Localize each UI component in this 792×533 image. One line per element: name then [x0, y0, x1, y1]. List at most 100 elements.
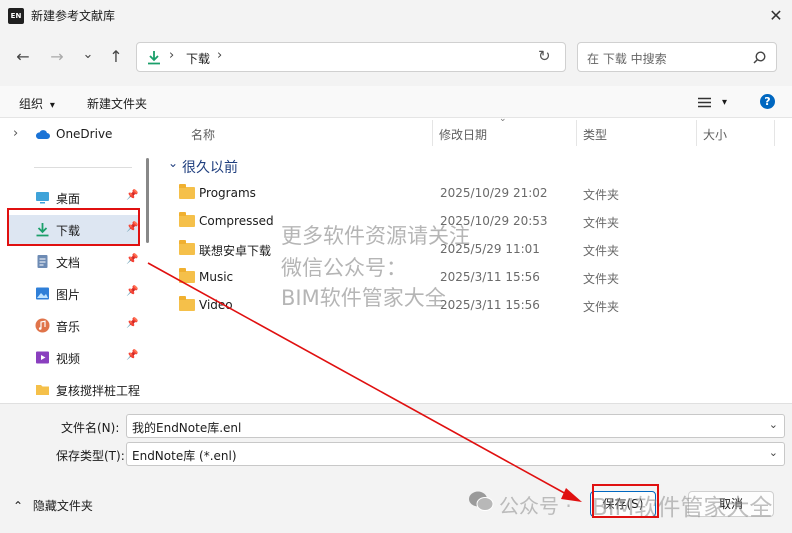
watermark-line-3: BIM软件管家大全 [281, 286, 446, 310]
sidebar-item-documents[interactable]: 文档 📌 [0, 247, 140, 277]
file-name[interactable]: Video [199, 298, 233, 312]
sidebar-item-videos[interactable]: 视频 📌 [0, 343, 140, 373]
folder-icon [179, 240, 195, 255]
folder-icon [179, 296, 195, 311]
sidebar-item-label: 文档 [56, 256, 81, 270]
file-type: 文件夹 [583, 188, 620, 202]
search-input[interactable]: 在 下载 中搜索 [587, 50, 667, 67]
view-chevron-icon[interactable]: ▾ [722, 97, 727, 108]
forward-button[interactable]: → [48, 48, 66, 66]
group-header[interactable]: 很久以前 [182, 157, 238, 177]
filename-field[interactable]: 我的EndNote库.enl ⌄ [126, 414, 785, 438]
pin-icon: 📌 [126, 286, 139, 297]
pin-icon: 📌 [126, 350, 139, 361]
picture-icon [36, 287, 49, 300]
close-button[interactable]: ✕ [766, 6, 786, 26]
annotation-highlight-save [592, 484, 659, 518]
organize-chevron-icon: ▾ [49, 100, 55, 111]
video-icon [36, 351, 49, 364]
sidebar-item-music[interactable]: 音乐 📌 [0, 311, 140, 341]
file-name[interactable]: 联想安卓下载 [199, 242, 271, 259]
list-view-icon [698, 97, 711, 108]
column-header-size[interactable]: 大小 [703, 126, 727, 143]
column-header-type[interactable]: 类型 [583, 126, 607, 143]
window-title: 新建参考文献库 [31, 9, 116, 23]
wechat-icon [469, 491, 494, 511]
file-type: 文件夹 [583, 300, 620, 314]
sidebar-item-label: 桌面 [56, 192, 81, 206]
hide-folders-label: 隐藏文件夹 [32, 499, 93, 513]
chevron-up-icon: ⌃ [13, 499, 24, 513]
pin-icon: 📌 [126, 254, 139, 265]
download-icon [148, 51, 160, 65]
watermark-line-1: 更多软件资源请关注 [281, 224, 470, 248]
filetype-value[interactable]: EndNote库 (*.enl) [132, 447, 237, 464]
document-icon [37, 255, 48, 268]
recent-locations-button[interactable]: ⌄ [79, 46, 97, 64]
file-type: 文件夹 [583, 244, 620, 258]
folder-icon [179, 268, 195, 283]
sidebar-divider [34, 167, 132, 168]
back-button[interactable]: ← [14, 48, 32, 66]
file-name[interactable]: Programs [199, 186, 256, 200]
filetype-label: 保存类型(T): [56, 449, 125, 463]
title-bar [0, 0, 792, 32]
view-button[interactable] [698, 97, 711, 111]
breadcrumb-downloads[interactable]: 下载 [186, 50, 210, 67]
file-date: 2025/3/11 15:56 [440, 270, 540, 284]
filetype-select[interactable]: EndNote库 (*.enl) ⌄ [126, 442, 785, 466]
column-header-date[interactable]: 修改日期 [439, 126, 487, 143]
folder-icon [179, 184, 195, 199]
folder-icon [36, 385, 49, 395]
folder-icon [179, 212, 195, 227]
sidebar-item-label: OneDrive [56, 127, 113, 141]
file-name[interactable]: Music [199, 270, 233, 284]
sidebar-item-onedrive[interactable]: OneDrive [0, 120, 140, 150]
up-button[interactable]: ↑ [107, 48, 125, 66]
sidebar-item-label: 视频 [56, 352, 81, 366]
music-icon [35, 318, 50, 333]
column-header-name[interactable]: 名称 [191, 126, 215, 143]
column-divider[interactable] [432, 120, 433, 146]
file-type: 文件夹 [583, 216, 620, 230]
desktop-icon [36, 192, 49, 204]
new-folder-button[interactable]: 新建文件夹 [87, 95, 147, 112]
chevron-down-icon[interactable]: ⌄ [769, 446, 778, 459]
file-type: 文件夹 [583, 272, 620, 286]
file-date: 2025/10/29 21:02 [440, 186, 548, 200]
wechat-watermark-label: 公众号 · [499, 494, 572, 518]
search-box[interactable]: 在 下载 中搜索 [577, 42, 777, 72]
address-bar[interactable]: › 下载 › ↻ [136, 42, 566, 72]
sort-chevron-icon: ⌄ [499, 114, 507, 124]
sidebar-item-label: 图片 [56, 288, 81, 302]
column-divider[interactable] [696, 120, 697, 146]
sidebar-item-label: 音乐 [56, 320, 81, 334]
pin-icon: 📌 [126, 190, 139, 201]
file-date: 2025/3/11 15:56 [440, 298, 540, 312]
endnote-app-icon: EN [8, 8, 24, 24]
annotation-highlight-downloads [7, 208, 140, 246]
sidebar-item-pictures[interactable]: 图片 📌 [0, 279, 140, 309]
group-chevron-icon[interactable]: ⌄ [168, 156, 178, 170]
organize-button[interactable]: 组织 ▾ [19, 95, 55, 112]
refresh-button[interactable]: ↻ [538, 47, 551, 65]
chevron-down-icon[interactable]: ⌄ [769, 418, 778, 431]
search-icon [753, 51, 766, 64]
file-list [160, 118, 792, 403]
path-separator: › [169, 48, 175, 63]
breadcrumb-chevron-icon[interactable]: › [217, 48, 222, 63]
column-divider[interactable] [576, 120, 577, 146]
column-divider[interactable] [774, 120, 775, 146]
organize-label: 组织 [19, 97, 44, 111]
sidebar-scrollbar[interactable] [146, 158, 149, 243]
filename-label: 文件名(N): [61, 421, 120, 435]
pin-icon: 📌 [126, 318, 139, 329]
sidebar-item-label: 复核搅拌桩工程 [56, 384, 141, 398]
cloud-icon [35, 130, 50, 139]
filename-value[interactable]: 我的EndNote库.enl [132, 419, 241, 436]
watermark-line-2: 微信公众号： [281, 256, 407, 280]
file-name[interactable]: Compressed [199, 214, 274, 228]
hide-folders-toggle[interactable]: ⌃ 隐藏文件夹 [13, 497, 93, 514]
help-button[interactable]: ? [760, 94, 775, 109]
sidebar-item-folder[interactable]: 复核搅拌桩工程 [0, 375, 140, 405]
